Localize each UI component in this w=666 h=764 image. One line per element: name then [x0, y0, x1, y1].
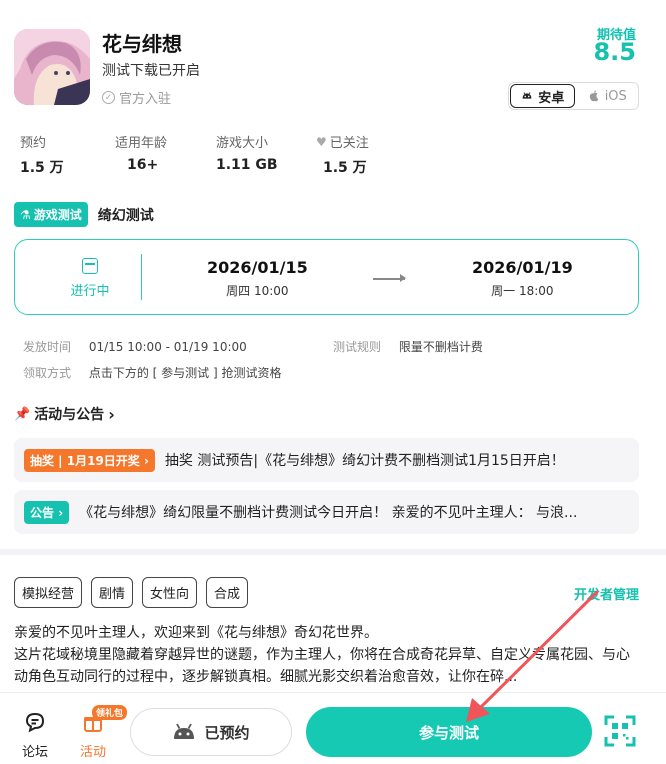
test-start: 2026/01/15 周四 10:00 — [207, 258, 308, 299]
gift-pack-badge: 领礼包 — [92, 705, 128, 720]
section-separator — [0, 549, 666, 555]
game-description[interactable]: 亲爱的不见叶主理人，欢迎来到《花与绯想》奇幻花世界。 这片花域秘境里隐藏着穿越异… — [14, 622, 634, 688]
heart-check-icon: ♥ — [316, 134, 327, 149]
release-time-row: 发放时间 01/15 10:00 - 01/19 10:00 — [23, 338, 247, 355]
forum-label: 论坛 — [22, 745, 49, 760]
test-status: 进行中 — [55, 258, 125, 299]
activities-title: 活动与公告 — [34, 407, 105, 423]
game-test-badge: ⚗ 游戏测试 — [14, 202, 88, 227]
platform-android-label: 安卓 — [538, 90, 565, 106]
release-time-value: 01/15 10:00 - 01/19 10:00 — [88, 340, 247, 354]
apple-icon — [589, 90, 599, 102]
game-subtitle: 测试下载已开启 — [102, 63, 200, 79]
date-range-arrow-icon — [373, 274, 406, 282]
official-label: 官方入驻 — [119, 92, 172, 107]
stat-age-rating: 适用年龄 16+ — [115, 132, 167, 173]
lottery-tag-label: 抽奖 | 1月19日开奖 — [30, 453, 140, 468]
activity-label: 活动 — [80, 745, 107, 760]
activity-text: 《花与绯想》绮幻限量不删档计费测试今日开启！ 亲爱的不见叶主理人： 与浪... — [79, 505, 578, 521]
game-title: 花与绯想 — [102, 32, 182, 56]
test-end-time: 周一 18:00 — [491, 284, 554, 298]
test-section-header: ⚗ 游戏测试 绮幻测试 — [14, 202, 154, 227]
claim-method-row: 领取方式 点击下方的 [ 参与测试 ] 抢测试资格 — [23, 364, 281, 381]
lottery-tag: 抽奖 | 1月19日开奖 › — [24, 448, 155, 472]
stat-label: 游戏大小 — [216, 136, 269, 151]
join-test-button[interactable]: 参与测试 — [306, 707, 592, 757]
stat-label-text: 已关注 — [329, 136, 369, 151]
stat-value: 16+ — [127, 157, 159, 173]
divider — [141, 254, 142, 300]
genre-tags: 模拟经营 剧情 女性向 合成 — [14, 577, 249, 608]
stat-value: 1.11 GB — [216, 157, 278, 173]
platform-switch: 安卓 iOS — [508, 82, 639, 110]
activity-item-announcement[interactable]: 公告 › 《花与绯想》绮幻限量不删档计费测试今日开启！ 亲爱的不见叶主理人： 与… — [14, 490, 639, 534]
stat-label: 预约 — [20, 136, 47, 151]
android-icon — [174, 723, 195, 739]
test-schedule-card: 进行中 2026/01/15 周四 10:00 2026/01/19 周一 18… — [14, 239, 639, 315]
release-time-label: 发放时间 — [23, 340, 72, 354]
android-icon — [522, 92, 532, 99]
tag-female-oriented[interactable]: 女性向 — [142, 577, 198, 608]
tag-merge[interactable]: 合成 — [206, 577, 249, 608]
announcement-tag: 公告 › — [24, 500, 70, 524]
stat-label: 适用年龄 — [115, 136, 168, 151]
chevron-right-icon: › — [108, 404, 115, 424]
tag-story[interactable]: 剧情 — [91, 577, 134, 608]
expectation-score: 8.5 — [593, 38, 636, 66]
activities-header[interactable]: 📌 活动与公告 › — [14, 404, 115, 424]
stat-game-size: 游戏大小 1.11 GB — [216, 132, 278, 173]
verified-check-icon: ✓ — [102, 91, 115, 104]
stat-reservations: 预约 1.5 万 — [20, 132, 64, 177]
platform-ios-label: iOS — [604, 88, 627, 104]
stat-followed[interactable]: ♥ 已关注 1.5 万 — [316, 132, 369, 177]
test-end: 2026/01/19 周一 18:00 — [472, 258, 573, 299]
test-status-label: 进行中 — [70, 284, 110, 299]
claim-method-value: 点击下方的 [ 参与测试 ] 抢测试资格 — [88, 366, 282, 380]
test-rule-row: 测试规则 限量不删档计费 — [333, 338, 483, 355]
qr-scan-icon[interactable] — [604, 715, 636, 747]
announcement-tag-label: 公告 — [30, 505, 55, 520]
pin-icon: 📌 — [14, 406, 31, 422]
forum-tab[interactable]: 论坛 — [22, 711, 48, 760]
platform-ios-tab[interactable]: iOS — [576, 83, 639, 109]
tag-simulation[interactable]: 模拟经营 — [14, 577, 83, 608]
flask-icon: ⚗ — [20, 207, 31, 222]
chat-bubble-icon — [25, 712, 45, 733]
game-app-icon — [14, 29, 90, 105]
stat-value: 1.5 万 — [323, 160, 367, 176]
stat-value: 1.5 万 — [20, 160, 64, 176]
description-line: 亲爱的不见叶主理人，欢迎来到《花与绯想》奇幻花世界。 — [14, 625, 378, 641]
reserved-button[interactable]: 已预约 — [130, 708, 292, 756]
test-start-time: 周四 10:00 — [226, 284, 289, 298]
activity-tab[interactable]: 领礼包 活动 — [80, 705, 128, 760]
game-test-badge-label: 游戏测试 — [33, 208, 82, 222]
developer-management-link[interactable]: 开发者管理 — [574, 584, 639, 603]
test-name: 绮幻测试 — [97, 207, 154, 224]
test-rule-label: 测试规则 — [333, 340, 382, 354]
test-end-date: 2026/01/19 — [472, 258, 573, 277]
calendar-icon — [82, 258, 98, 274]
activity-text: 抽奖 测试预告|《花与绯想》绮幻计费不删档测试1月15日开启！ — [164, 453, 565, 469]
description-line: 这片花域秘境里隐藏着穿越异世的谜题，作为主理人，你将在合成奇花异草、自定义专属花… — [14, 647, 630, 685]
bottom-action-bar: 论坛 领礼包 活动 已预约 参与测试 — [0, 692, 666, 764]
stat-label: ♥ 已关注 — [316, 132, 369, 152]
official-verified[interactable]: ✓ 官方入驻 — [102, 88, 171, 107]
platform-android-tab[interactable]: 安卓 — [510, 84, 575, 108]
activity-item-lottery[interactable]: 抽奖 | 1月19日开奖 › 抽奖 测试预告|《花与绯想》绮幻计费不删档测试1月… — [14, 438, 639, 482]
reserved-label: 已预约 — [204, 723, 250, 742]
claim-method-label: 领取方式 — [23, 366, 72, 380]
game-header: 花与绯想 测试下载已开启 ✓ 官方入驻 期待值 8.5 安卓 iOS — [0, 0, 666, 120]
game-stats: 预约 1.5 万 适用年龄 16+ 游戏大小 1.11 GB ♥ 已关注 1.5… — [14, 132, 434, 182]
test-rule-value: 限量不删档计费 — [398, 340, 483, 354]
test-start-date: 2026/01/15 — [207, 258, 308, 277]
